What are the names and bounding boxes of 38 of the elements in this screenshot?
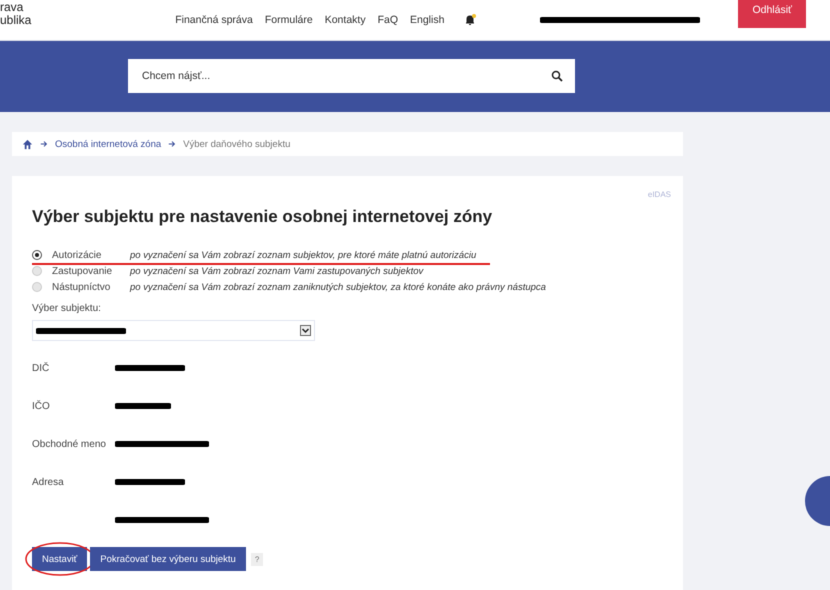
field-label: Obchodné meno xyxy=(32,438,107,452)
logo-text: rava xyxy=(0,0,24,14)
action-button[interactable]: Pokračovať bez výberu subjektu xyxy=(90,547,246,571)
nav-link[interactable]: FaQ xyxy=(378,14,398,26)
arrow-icon xyxy=(168,140,176,148)
option-label[interactable]: Nástupníctvo xyxy=(52,282,130,292)
redaction-mark xyxy=(115,478,185,486)
radio-button[interactable] xyxy=(32,250,42,260)
redaction-mark xyxy=(115,402,171,410)
nav-link[interactable]: English xyxy=(410,14,444,26)
search-icon[interactable] xyxy=(551,70,563,82)
option-description: po vyznačení sa Vám zobrazí zoznam subjektov, pre ktoré máte platnú autorizáciu xyxy=(130,250,476,260)
field-label: Adresa xyxy=(32,476,65,490)
help-badge[interactable]: ? xyxy=(250,552,264,566)
nav-link[interactable]: Formuláre xyxy=(264,14,313,26)
nav-link[interactable]: Kontakty xyxy=(324,14,366,26)
arrow-icon xyxy=(40,140,48,148)
eidas-label: eIDAS xyxy=(648,190,671,199)
option-label[interactable]: Autorizácie xyxy=(52,250,130,260)
dropdown-caret-icon xyxy=(300,325,311,336)
action-button[interactable]: Nastaviť xyxy=(32,547,88,571)
breadcrumb-link[interactable]: Osobná internetová zóna xyxy=(55,138,162,150)
search-field[interactable]: Chcem nájsť... xyxy=(128,59,575,94)
option-label[interactable]: Zastupovanie xyxy=(52,266,130,276)
nav-link[interactable]: Finančná správa xyxy=(175,14,253,26)
logout-button[interactable]: Odhlásiť xyxy=(738,0,806,28)
page-title: Výber subjektu pre nastavenie osobnej internetovej zóny xyxy=(32,207,494,227)
field-label: DIČ xyxy=(32,361,50,376)
logo-text: ublika xyxy=(0,14,32,27)
breadcrumb-current[interactable]: Výber daňového subjektu xyxy=(183,138,290,150)
redaction-mark xyxy=(115,364,185,372)
bell-icon[interactable] xyxy=(464,14,476,26)
select-label: Výber subjektu: xyxy=(32,303,102,314)
subject-select[interactable] xyxy=(32,320,315,341)
home-icon[interactable] xyxy=(22,138,33,150)
option-description: po vyznačení sa Vám zobrazí zoznam zaniknutých subjektov, za ktoré konáte ako právny nástupca xyxy=(130,282,546,292)
option-description: po vyznačení sa Vám zobrazí zoznam Vami zastupovaných subjektov xyxy=(130,266,424,276)
field-label: IČO xyxy=(32,399,51,414)
